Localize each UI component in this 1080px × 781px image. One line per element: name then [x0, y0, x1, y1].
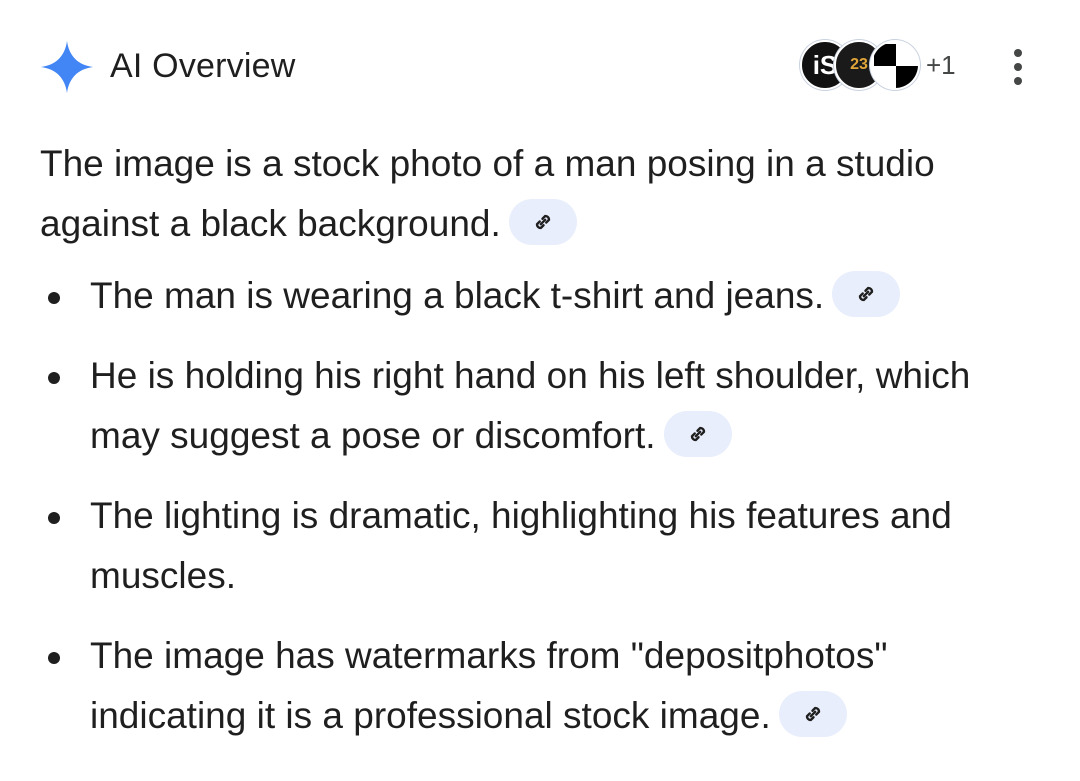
citation-link-button[interactable]: [778, 691, 847, 738]
more-vert-icon-dot: [1014, 63, 1022, 71]
list-item-text: The image has watermarks from "depositph…: [90, 635, 888, 736]
link-icon: [690, 427, 705, 442]
overview-title: AI Overview: [110, 47, 296, 85]
link-icon: [859, 287, 874, 302]
bullet-dot: [48, 652, 60, 664]
list-item: The man is wearing a black t-shirt and j…: [40, 266, 1040, 326]
more-vert-icon: [1014, 49, 1022, 57]
citation-link-button[interactable]: [832, 271, 901, 318]
list-item: The image has watermarks from "depositph…: [40, 626, 1040, 746]
link-icon: [535, 215, 550, 230]
intro-text: The image is a stock photo of a man posi…: [40, 143, 935, 244]
list-item-text: The lighting is dramatic, highlighting h…: [90, 495, 952, 596]
list-item: He is holding his right hand on his left…: [40, 346, 1040, 466]
bullet-dot: [48, 512, 60, 524]
more-options-button[interactable]: [996, 42, 1040, 92]
avatar-label: 23: [850, 56, 868, 73]
source-avatars[interactable]: iS 23 +1: [800, 40, 1000, 94]
overview-content: The image is a stock photo of a man posi…: [40, 134, 1040, 766]
ai-overview-header: AI Overview iS 23 +1: [0, 0, 1080, 134]
bullet-list: The man is wearing a black t-shirt and j…: [40, 266, 1040, 746]
intro-paragraph: The image is a stock photo of a man posi…: [40, 134, 1040, 254]
list-item: The lighting is dramatic, highlighting h…: [40, 486, 1040, 606]
sparkle-icon: [41, 41, 93, 93]
source-avatar-checker[interactable]: [870, 40, 920, 90]
bullet-dot: [48, 372, 60, 384]
citation-link-button[interactable]: [663, 411, 732, 458]
citation-link-button[interactable]: [508, 199, 577, 246]
list-item-text: He is holding his right hand on his left…: [90, 355, 971, 456]
bullet-dot: [48, 292, 60, 304]
more-vert-icon-dot: [1014, 77, 1022, 85]
more-sources-count[interactable]: +1: [926, 50, 956, 80]
link-icon: [805, 707, 820, 722]
list-item-text: The man is wearing a black t-shirt and j…: [90, 275, 825, 316]
